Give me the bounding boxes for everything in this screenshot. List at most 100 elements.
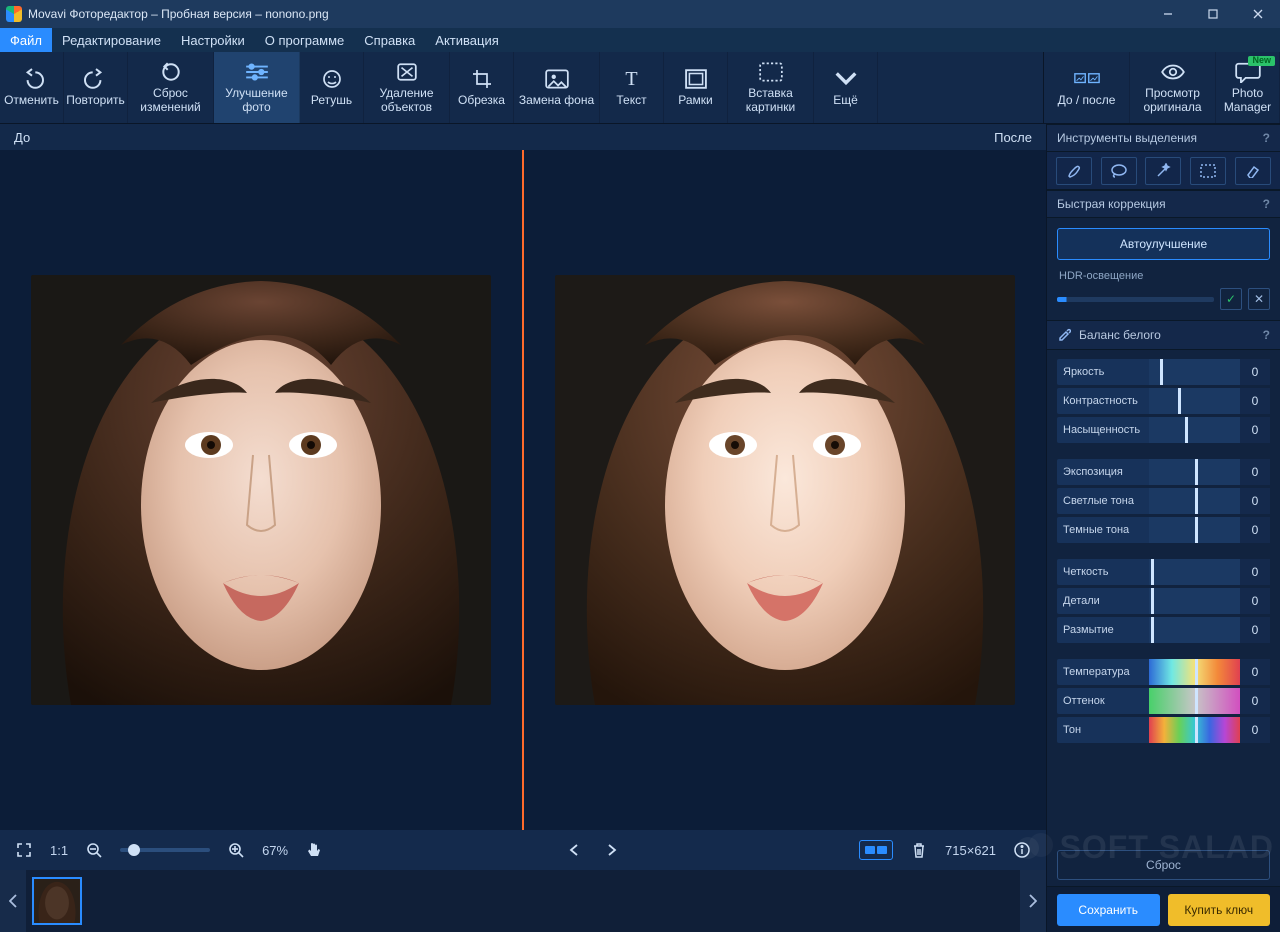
zoom-in-button[interactable] (224, 838, 248, 862)
insert-image-button[interactable]: Вставка картинки (728, 52, 814, 123)
crop-button[interactable]: Обрезка (450, 52, 514, 123)
view-original-button[interactable]: Просмотр оригинала (1130, 52, 1216, 123)
menu-edit[interactable]: Редактирование (52, 28, 171, 52)
after-image (555, 275, 1015, 705)
background-icon (544, 68, 570, 90)
bg-replace-button[interactable]: Замена фона (514, 52, 600, 123)
redo-button[interactable]: Повторить (64, 52, 128, 123)
tint-slider[interactable]: Оттенок0 (1057, 688, 1270, 714)
menubar: Файл Редактирование Настройки О программ… (0, 28, 1280, 52)
lasso-tool-button[interactable] (1101, 157, 1137, 185)
brush-tool-button[interactable] (1056, 157, 1092, 185)
eye-icon (1160, 61, 1186, 83)
thumbnail-strip (0, 870, 1046, 932)
text-label: Текст (616, 94, 646, 107)
brightness-slider[interactable]: Яркость0 (1057, 359, 1270, 385)
hue-slider[interactable]: Тон0 (1057, 717, 1270, 743)
object-removal-button[interactable]: Удаление объектов (364, 52, 450, 123)
close-button[interactable] (1235, 0, 1280, 28)
info-button[interactable] (1010, 838, 1034, 862)
statusbar: 1:1 67% 715×621 (0, 830, 1046, 870)
new-badge: New (1248, 56, 1275, 66)
reset-button[interactable]: Сброс (1057, 850, 1270, 880)
redo-icon (83, 68, 109, 90)
menu-about[interactable]: О программе (255, 28, 355, 52)
delete-button[interactable] (907, 838, 931, 862)
frame-icon (683, 68, 709, 90)
more-button[interactable]: Ещё (814, 52, 878, 123)
menu-settings[interactable]: Настройки (171, 28, 255, 52)
next-button[interactable] (600, 838, 624, 862)
exposure-slider[interactable]: Экспозиция0 (1057, 459, 1270, 485)
more-label: Ещё (833, 94, 858, 107)
menu-help[interactable]: Справка (354, 28, 425, 52)
after-pane (524, 150, 1046, 830)
reset-changes-button[interactable]: Сброс изменений (128, 52, 214, 123)
saturation-slider[interactable]: Насыщенность0 (1057, 417, 1270, 443)
photo-manager-label: Photo Manager (1220, 87, 1275, 113)
before-after-toggle[interactable]: До / после (1044, 52, 1130, 123)
insert-image-icon (758, 61, 784, 83)
save-button[interactable]: Сохранить (1057, 894, 1160, 926)
before-after-header: До После (0, 124, 1046, 150)
prev-button[interactable] (562, 838, 586, 862)
retouch-button[interactable]: Ретушь (300, 52, 364, 123)
photo-manager-button[interactable]: New Photo Manager (1216, 52, 1280, 123)
canvas[interactable] (0, 150, 1046, 830)
zoom-slider[interactable] (120, 848, 210, 852)
undo-label: Отменить (4, 94, 59, 107)
buy-key-button[interactable]: Купить ключ (1168, 894, 1271, 926)
selection-tools-label: Инструменты выделения (1057, 131, 1197, 145)
undo-icon (19, 68, 45, 90)
app-logo-icon (6, 6, 22, 22)
enhance-button[interactable]: Улучшение фото (214, 52, 300, 123)
hdr-label: HDR-освещение (1047, 270, 1280, 282)
auto-enhance-button[interactable]: Автоулучшение (1057, 228, 1270, 260)
redo-label: Повторить (66, 94, 125, 107)
eraser-tool-button[interactable] (1235, 157, 1271, 185)
menu-file[interactable]: Файл (0, 28, 52, 52)
hdr-slider[interactable] (1057, 297, 1214, 302)
one-to-one-button[interactable]: 1:1 (50, 843, 68, 858)
white-balance-header[interactable]: Баланс белого ? (1047, 320, 1280, 350)
highlights-slider[interactable]: Светлые тона0 (1057, 488, 1270, 514)
details-slider[interactable]: Детали0 (1057, 588, 1270, 614)
frames-label: Рамки (678, 94, 712, 107)
thumb-next-button[interactable] (1020, 870, 1046, 932)
compare-mode-button[interactable] (859, 840, 893, 860)
maximize-button[interactable] (1190, 0, 1235, 28)
wand-tool-button[interactable] (1145, 157, 1181, 185)
pan-button[interactable] (302, 838, 326, 862)
undo-button[interactable]: Отменить (0, 52, 64, 123)
hdr-cancel-button[interactable]: ✕ (1248, 288, 1270, 310)
fullscreen-button[interactable] (12, 838, 36, 862)
zoom-out-button[interactable] (82, 838, 106, 862)
shadows-slider[interactable]: Темные тона0 (1057, 517, 1270, 543)
contrast-slider[interactable]: Контрастность0 (1057, 388, 1270, 414)
blur-slider[interactable]: Размытие0 (1057, 617, 1270, 643)
retouch-label: Ретушь (311, 94, 352, 107)
help-icon[interactable]: ? (1263, 328, 1270, 342)
object-removal-label: Удаление объектов (368, 87, 445, 113)
frames-button[interactable]: Рамки (664, 52, 728, 123)
selection-tools-header: Инструменты выделения ? (1047, 124, 1280, 152)
white-balance-label: Баланс белого (1079, 328, 1161, 342)
face-icon (319, 68, 345, 90)
minimize-button[interactable] (1145, 0, 1190, 28)
thumbnail-item[interactable] (32, 877, 82, 925)
crop-label: Обрезка (458, 94, 505, 107)
text-button[interactable]: T Текст (600, 52, 664, 123)
before-pane (0, 150, 522, 830)
temperature-slider[interactable]: Температура0 (1057, 659, 1270, 685)
thumb-prev-button[interactable] (0, 870, 26, 932)
hdr-apply-button[interactable]: ✓ (1220, 288, 1242, 310)
help-icon[interactable]: ? (1263, 131, 1270, 145)
zoom-value: 67% (262, 843, 288, 858)
eyedropper-icon (1057, 327, 1071, 344)
image-dimensions: 715×621 (945, 843, 996, 858)
quick-fix-header: Быстрая коррекция ? (1047, 190, 1280, 218)
menu-activation[interactable]: Активация (425, 28, 508, 52)
help-icon[interactable]: ? (1263, 197, 1270, 211)
marquee-tool-button[interactable] (1190, 157, 1226, 185)
sharpness-slider[interactable]: Четкость0 (1057, 559, 1270, 585)
